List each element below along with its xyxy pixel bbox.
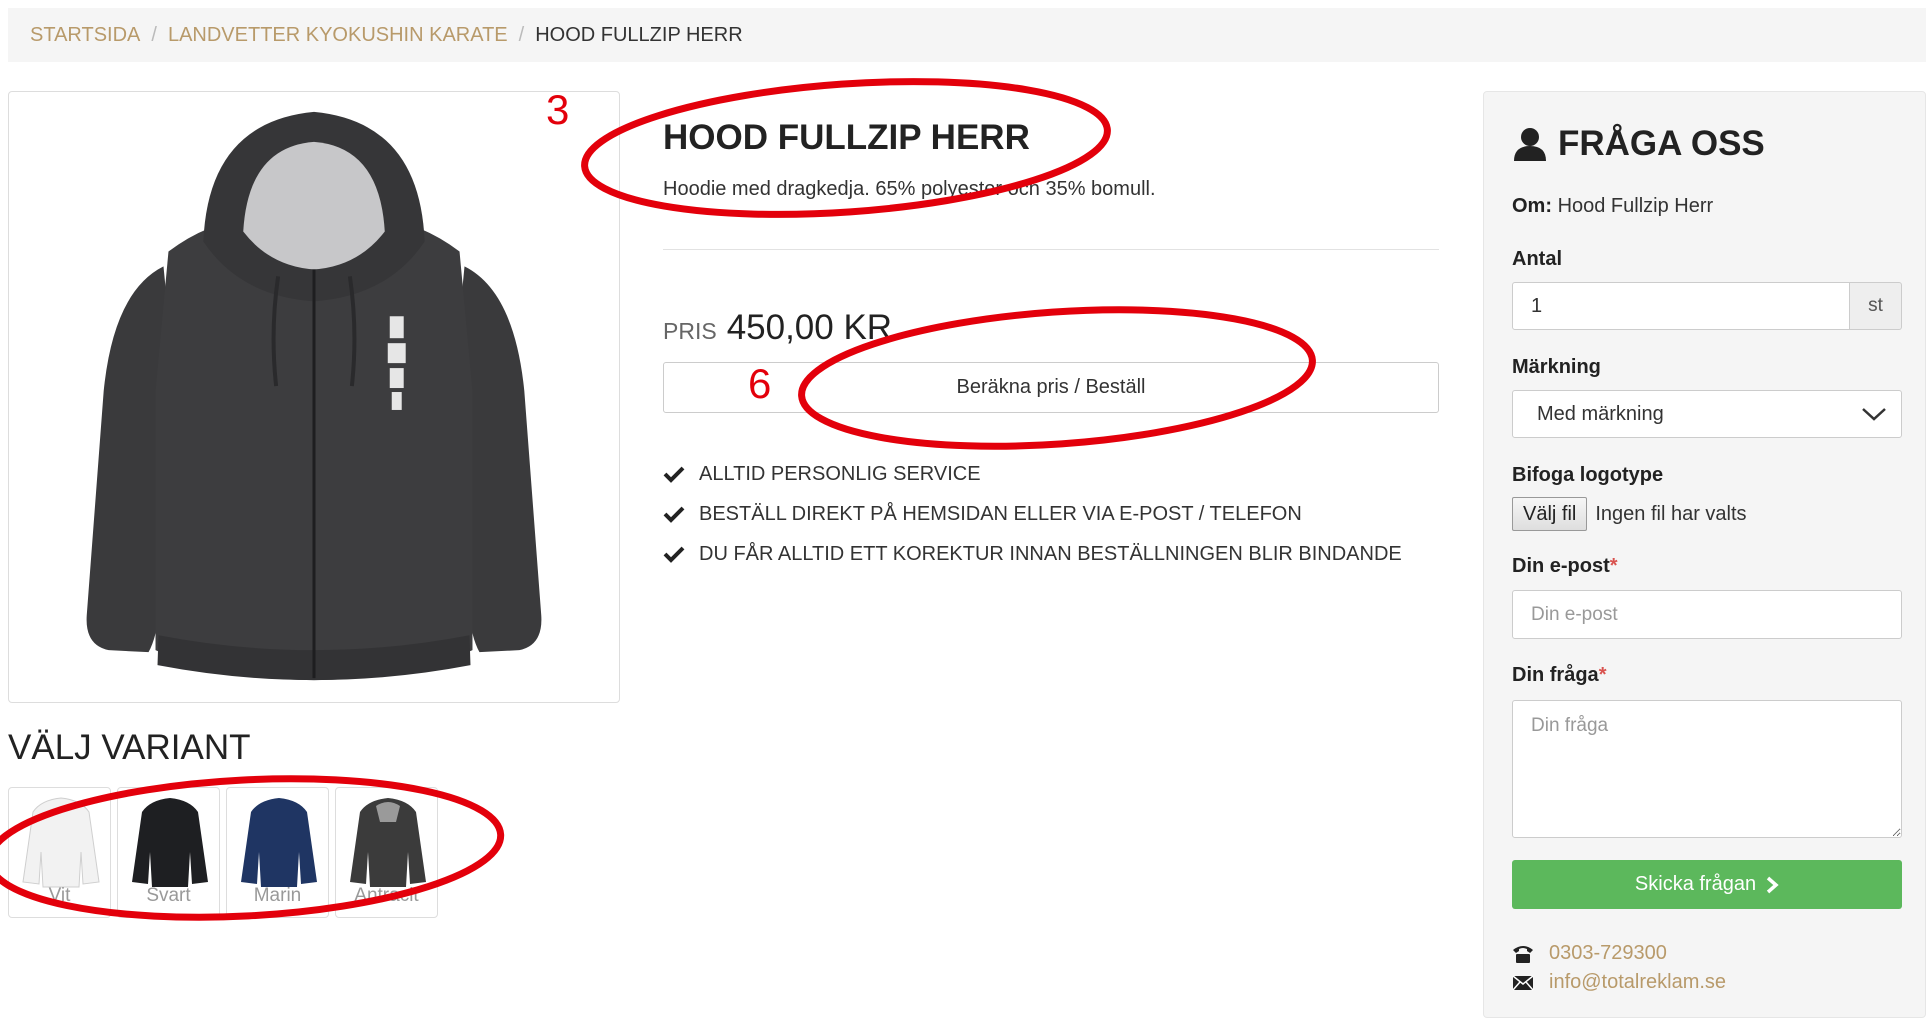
feature-item: ALLTID PERSONLIG SERVICE <box>663 454 1402 494</box>
breadcrumb-separator: / <box>518 23 525 46</box>
checkmark-icon <box>663 466 685 483</box>
send-question-button[interactable]: Skicka frågan <box>1512 860 1902 909</box>
variant-black-image <box>132 798 208 887</box>
required-marker: * <box>1598 664 1607 686</box>
email-field[interactable] <box>1512 590 1902 639</box>
checkmark-icon <box>663 546 685 563</box>
variant-heading: VÄLJ VARIANT <box>8 728 251 767</box>
quantity-group: st <box>1512 282 1902 330</box>
send-question-label: Skicka frågan <box>1634 873 1757 895</box>
variant-navy-image <box>241 798 317 887</box>
breadcrumb: STARTSIDA / LANDVETTER KYOKUSHIN KARATE … <box>8 8 1926 62</box>
variant-navy-label: Marin <box>253 885 302 906</box>
price-value: 450,00 KR <box>726 308 893 347</box>
variant-list: Vit Svart Marin Antracit <box>8 787 438 918</box>
breadcrumb-category-link[interactable]: LANDVETTER KYOKUSHIN KARATE <box>168 24 508 47</box>
feature-text: DU FÅR ALLTID ETT KOREKTUR INNAN BESTÄLL… <box>699 542 1402 565</box>
breadcrumb-home-link[interactable]: STARTSIDA <box>30 24 140 47</box>
variant-anthracite-image <box>350 798 426 887</box>
annotation-number-6: 6 <box>748 360 772 407</box>
question-label: Din fråga* <box>1512 664 1606 687</box>
email-label: Din e-post* <box>1512 555 1618 578</box>
question-field[interactable] <box>1512 700 1902 838</box>
chevron-right-icon <box>1766 876 1779 893</box>
marking-label: Märkning <box>1512 356 1601 378</box>
quantity-input[interactable] <box>1512 282 1850 330</box>
ask-us-title-text: FRÅGA OSS <box>1558 124 1765 163</box>
ask-about-label: Om: <box>1512 195 1552 217</box>
email-label-text: Din e-post <box>1512 555 1610 577</box>
breadcrumb-separator: / <box>151 23 157 46</box>
hoodie-graphic <box>86 111 542 681</box>
hoodie-image <box>86 111 542 681</box>
feature-item: DU FÅR ALLTID ETT KOREKTUR INNAN BESTÄLL… <box>663 534 1402 574</box>
question-label-text: Din fråga <box>1512 664 1599 686</box>
checkmark-icon <box>663 506 685 523</box>
divider <box>663 249 1439 250</box>
chevron-down-icon <box>1862 408 1886 421</box>
variant-anthracite-label: Antracit <box>354 885 419 906</box>
product-title: HOOD FULLZIP HERR <box>663 118 1030 157</box>
user-icon <box>1514 128 1546 161</box>
feature-list: ALLTID PERSONLIG SERVICE BESTÄLL DIREKT … <box>663 454 1402 574</box>
contact-phone: 0303-729300 <box>1512 942 1667 965</box>
quantity-label: Antal <box>1512 248 1562 270</box>
feature-item: BESTÄLL DIREKT PÅ HEMSIDAN ELLER VIA E-P… <box>663 494 1402 534</box>
annotation-number-3: 3 <box>546 86 570 133</box>
phone-icon <box>1513 945 1533 963</box>
variant-white-label: Vit <box>48 885 71 906</box>
choose-file-button[interactable]: Välj fil <box>1512 497 1588 531</box>
feature-text: ALLTID PERSONLIG SERVICE <box>699 462 981 485</box>
quantity-unit: st <box>1850 282 1902 330</box>
ask-us-title: FRÅGA OSS <box>1512 124 1765 164</box>
ask-us-panel: FRÅGA OSS Om: Hood Fullzip Herr Antal st… <box>1483 91 1926 1018</box>
price-label: PRIS <box>663 318 717 344</box>
product-image[interactable] <box>8 91 620 703</box>
variant-black[interactable]: Svart <box>117 787 220 918</box>
variant-white[interactable]: Vit <box>8 787 111 918</box>
file-upload: Välj fil Ingen fil har valts <box>1512 497 1747 531</box>
variant-black-label: Svart <box>146 885 191 906</box>
breadcrumb-current: HOOD FULLZIP HERR <box>535 23 743 46</box>
email-link[interactable]: info@totalreklam.se <box>1549 971 1726 994</box>
logo-upload-label: Bifoga logotype <box>1512 464 1664 486</box>
feature-text: BESTÄLL DIREKT PÅ HEMSIDAN ELLER VIA E-P… <box>699 502 1302 525</box>
phone-link[interactable]: 0303-729300 <box>1549 942 1667 965</box>
variant-navy[interactable]: Marin <box>226 787 329 918</box>
calculate-price-order-button[interactable]: Beräkna pris / Beställ <box>663 362 1439 413</box>
variant-white-image <box>22 797 100 888</box>
ask-about: Om: Hood Fullzip Herr <box>1512 195 1713 218</box>
price: PRIS 450,00 KR <box>663 308 892 348</box>
ask-about-value: Hood Fullzip Herr <box>1557 195 1714 217</box>
marking-select[interactable]: Med märkning <box>1512 390 1902 438</box>
required-marker: * <box>1609 555 1618 577</box>
marking-selected-value: Med märkning <box>1537 402 1664 425</box>
variant-anthracite[interactable]: Antracit <box>335 787 438 918</box>
envelope-icon <box>1512 974 1534 990</box>
contact-email: info@totalreklam.se <box>1512 971 1726 994</box>
file-status: Ingen fil har valts <box>1595 502 1747 525</box>
product-description: Hoodie med dragkedja. 65% polyester och … <box>663 178 1156 200</box>
